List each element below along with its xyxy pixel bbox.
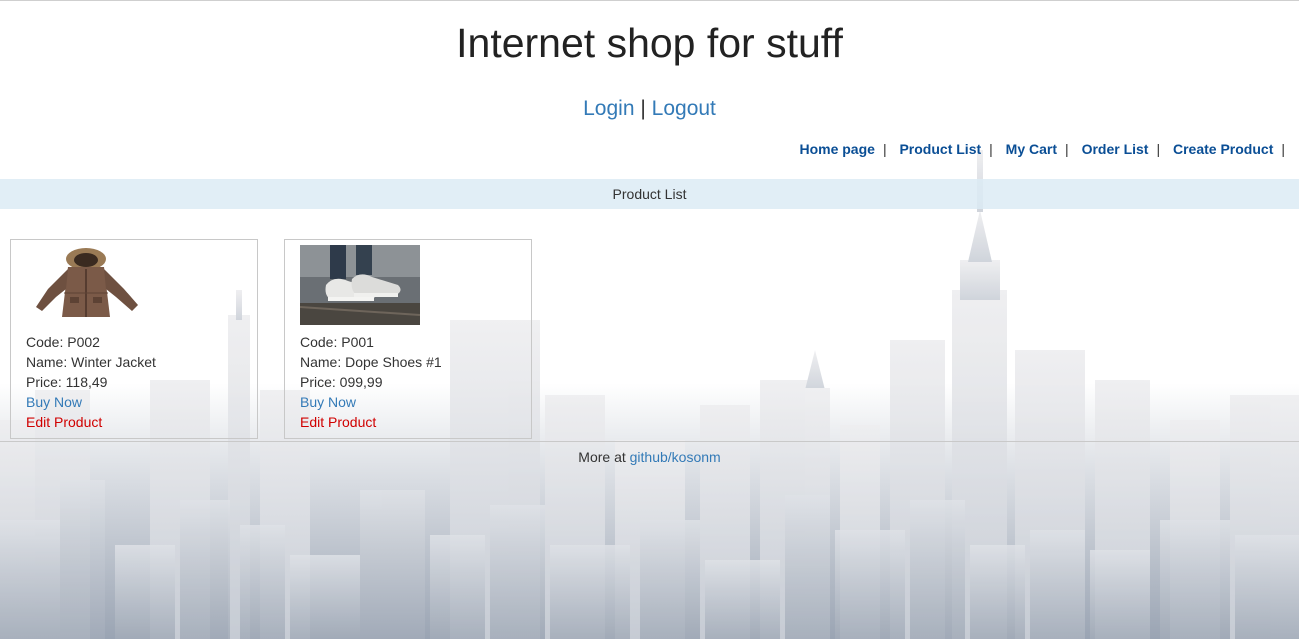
edit-product-link[interactable]: Edit Product <box>26 412 257 432</box>
logout-link[interactable]: Logout <box>652 97 716 120</box>
nav-my-cart[interactable]: My Cart <box>1006 141 1057 157</box>
github-link[interactable]: github/kosonm <box>630 449 721 465</box>
product-name: Name: Winter Jacket <box>26 354 156 370</box>
main-navigation: Home page | Product List | My Cart | Order … <box>0 141 1299 157</box>
nav-create-product[interactable]: Create Product <box>1173 141 1273 157</box>
product-price: Price: 118,49 <box>26 374 108 390</box>
buy-now-link[interactable]: Buy Now <box>26 392 257 412</box>
footer-divider <box>0 441 1299 442</box>
login-link[interactable]: Login <box>583 97 634 120</box>
nav-order-list[interactable]: Order List <box>1082 141 1149 157</box>
jacket-image <box>26 245 146 325</box>
edit-product-link[interactable]: Edit Product <box>300 412 531 432</box>
footer-prefix: More at <box>578 449 626 465</box>
nav-separator: | <box>989 141 993 157</box>
product-name: Name: Dope Shoes #1 <box>300 354 442 370</box>
shoes-image <box>299 245 421 325</box>
nav-separator: | <box>1156 141 1161 157</box>
site-title: Internet shop for stuff <box>456 20 843 66</box>
nav-product-list[interactable]: Product List <box>899 141 981 157</box>
page-heading: Product List <box>0 179 1299 209</box>
nav-separator: | <box>1065 141 1069 157</box>
nav-home-page[interactable]: Home page <box>799 141 874 157</box>
auth-links: Login | Logout <box>0 97 1299 121</box>
footer: More at github/kosonm <box>0 449 1299 465</box>
product-card: Code: P001 Name: Dope Shoes #1 Price: 09… <box>284 239 532 439</box>
buy-now-link[interactable]: Buy Now <box>300 392 531 412</box>
product-card: Code: P002 Name: Winter Jacket Price: 11… <box>10 239 258 439</box>
product-code: Code: P002 <box>26 334 100 350</box>
auth-separator: | <box>640 97 646 120</box>
product-code: Code: P001 <box>300 334 374 350</box>
product-grid: Code: P002 Name: Winter Jacket Price: 11… <box>0 209 1299 441</box>
nav-separator: | <box>1281 141 1285 157</box>
nav-separator: | <box>882 141 887 157</box>
product-price: Price: 099,99 <box>300 374 383 390</box>
